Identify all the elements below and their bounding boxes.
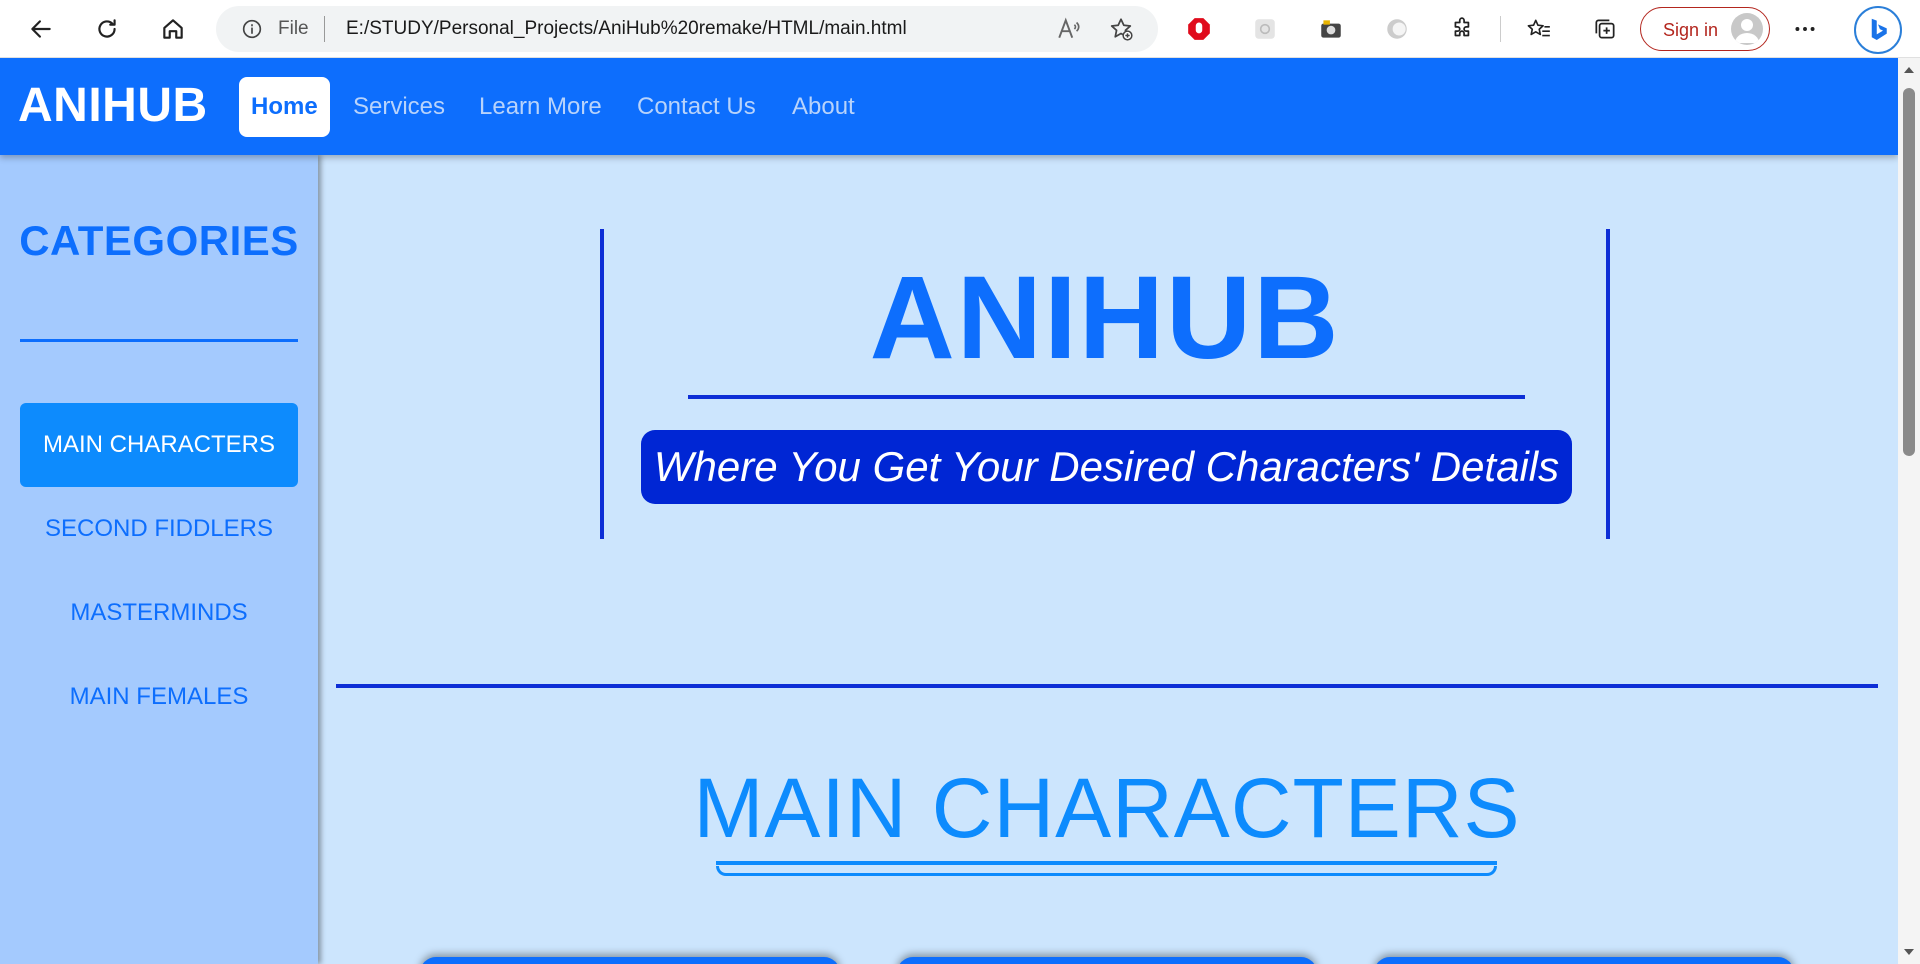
section-title: MAIN CHARACTERS	[693, 761, 1521, 855]
collections-icon[interactable]	[1584, 8, 1626, 50]
add-favorite-icon[interactable]	[1108, 16, 1134, 42]
nav-link-services[interactable]: Services	[353, 77, 445, 137]
bing-icon[interactable]	[1854, 6, 1902, 54]
sidebar-divider	[20, 339, 298, 342]
character-card[interactable]	[420, 957, 840, 964]
nav-link-about[interactable]: About	[792, 77, 855, 137]
sign-in-button[interactable]: Sign in	[1640, 7, 1770, 51]
info-icon[interactable]	[242, 19, 262, 39]
extension-icon[interactable]	[1244, 8, 1286, 50]
camera-extension-icon[interactable]	[1310, 8, 1352, 50]
nav-link-home[interactable]: Home	[239, 77, 330, 137]
sidebar-item-masterminds[interactable]: MASTERMINDS	[20, 571, 298, 655]
navbar: ANIHUB Home Services Learn More Contact …	[0, 58, 1898, 155]
avatar	[1731, 13, 1763, 45]
categories-sidebar: CATEGORIES MAIN CHARACTERS SECOND FIDDLE…	[0, 155, 318, 964]
favorites-icon[interactable]	[1518, 8, 1560, 50]
url-text[interactable]: E:/STUDY/Personal_Projects/AniHub%20rema…	[346, 18, 907, 40]
page-viewport: ANIHUB Home Services Learn More Contact …	[0, 58, 1898, 964]
more-icon[interactable]	[1784, 8, 1826, 50]
extension-icon[interactable]	[1376, 8, 1418, 50]
home-icon[interactable]	[152, 8, 194, 50]
puzzle-icon[interactable]	[1442, 8, 1484, 50]
opera-extension-icon[interactable]	[1178, 8, 1220, 50]
character-card[interactable]	[1374, 957, 1794, 964]
scroll-thumb[interactable]	[1903, 88, 1915, 456]
navbar-brand[interactable]: ANIHUB	[18, 78, 208, 133]
sidebar-item-main-females[interactable]: MAIN FEMALES	[20, 655, 298, 739]
refresh-icon[interactable]	[86, 8, 128, 50]
sidebar-item-main-characters[interactable]: MAIN CHARACTERS	[20, 403, 298, 487]
url-scheme-label: File	[278, 18, 309, 39]
section-title-underline	[716, 861, 1497, 865]
scroll-down-icon[interactable]	[1903, 946, 1915, 958]
nav-link-contact-us[interactable]: Contact Us	[637, 77, 756, 137]
hero-underline	[688, 395, 1525, 399]
hero-right-border	[1606, 229, 1610, 539]
page-scrollbar[interactable]	[1898, 58, 1920, 964]
character-card[interactable]	[897, 957, 1317, 964]
toolbar-separator	[1500, 16, 1501, 42]
sidebar-title: CATEGORIES	[19, 217, 299, 264]
sign-in-label: Sign in	[1663, 20, 1719, 40]
scroll-up-icon[interactable]	[1903, 64, 1915, 76]
url-separator	[324, 16, 325, 42]
sidebar-item-second-fiddlers[interactable]: SECOND FIDDLERS	[20, 487, 298, 571]
read-aloud-icon[interactable]	[1056, 16, 1082, 42]
browser-toolbar: File E:/STUDY/Personal_Projects/AniHub%2…	[0, 0, 1920, 58]
nav-link-learn-more[interactable]: Learn More	[479, 77, 602, 137]
hero-tagline: Where You Get Your Desired Characters' D…	[641, 430, 1572, 504]
section-divider	[336, 684, 1878, 688]
back-arrow-icon[interactable]	[20, 8, 62, 50]
section-title-underline-bracket	[716, 866, 1497, 876]
address-bar[interactable]: File E:/STUDY/Personal_Projects/AniHub%2…	[216, 6, 1158, 52]
hero-title: ANIHUB	[869, 252, 1341, 384]
